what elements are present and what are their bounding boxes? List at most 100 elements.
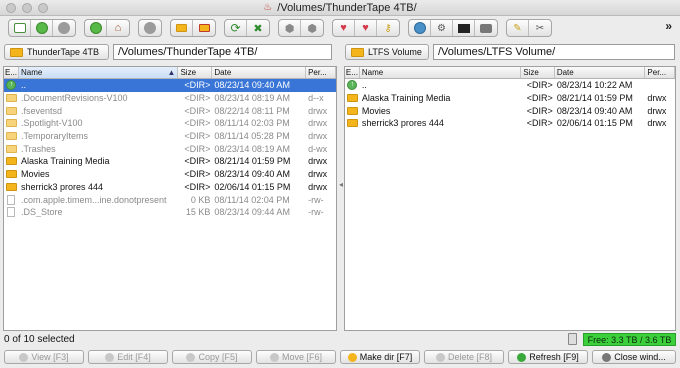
column-size[interactable]: Size [178, 67, 213, 78]
edit-button-label: Edit [F4] [117, 352, 151, 362]
key-icon[interactable]: ⚷ [377, 20, 399, 36]
edit-button[interactable]: Edit [F4] [88, 350, 168, 364]
refresh-icon [517, 352, 527, 362]
go-up-icon[interactable] [85, 20, 107, 36]
file-name: Movies [20, 169, 50, 180]
column-perm[interactable]: Per... [306, 67, 336, 78]
make-dir-button[interactable]: Make dir [F7] [340, 350, 420, 364]
column-date[interactable]: Date [555, 67, 646, 78]
file-row[interactable]: .Trashes <DIR> 08/23/14 08:19 AM d-wx [4, 142, 336, 155]
refresh-icon[interactable]: ⟳ [225, 20, 247, 36]
file-row[interactable]: Movies <DIR> 08/23/14 09:40 AM drwx [4, 168, 336, 181]
close-window-button-label: Close wind... [614, 352, 666, 362]
file-icon-cell [345, 106, 360, 115]
go-icon[interactable] [31, 20, 53, 36]
right-path-field[interactable]: /Volumes/LTFS Volume/ [433, 44, 675, 60]
file-date: 08/23/14 09:44 AM [214, 207, 290, 218]
file-permissions: -rw- [308, 194, 324, 205]
file-row[interactable]: .DS_Store 15 KB 08/23/14 09:44 AM -rw- [4, 206, 336, 219]
help-icon[interactable]: ✂ [529, 20, 551, 36]
settings-icon[interactable]: ✎ [507, 20, 529, 36]
view-button[interactable]: View [F3] [4, 350, 84, 364]
file-row[interactable]: .Spotlight-V100 <DIR> 08/11/14 02:03 PM drw… [4, 117, 336, 130]
title-bar: ♨ /Volumes/ThunderTape 4TB/ [0, 0, 680, 16]
file-date: 08/23/14 10:22 AM [556, 80, 633, 91]
file-row[interactable]: .com.apple.timem...ine.donotpresent 0 KB 0… [4, 193, 336, 206]
toolbar-overflow-button[interactable]: » [665, 19, 672, 33]
record-icon[interactable] [139, 20, 161, 36]
column-name[interactable]: Name ▲ [18, 67, 179, 78]
close-window-icon[interactable] [6, 3, 16, 13]
file-size: <DIR> [184, 93, 211, 104]
left-drive-label: ThunderTape 4TB [27, 47, 100, 57]
copy-button[interactable]: Copy [F5] [172, 350, 252, 364]
link-icon[interactable]: ⚙ [431, 20, 453, 36]
toolbar-group-record [138, 19, 162, 37]
heart-icon[interactable]: ♥ [333, 20, 355, 36]
favorite-icon[interactable]: ♥ [355, 20, 377, 36]
tools-icon[interactable]: ✖ [247, 20, 269, 36]
file-row[interactable]: sherrick3 prores 444 <DIR> 02/06/14 01:15 … [345, 117, 675, 130]
edit-icon [105, 352, 115, 362]
message-icon[interactable] [475, 20, 497, 36]
new-folder-icon[interactable] [171, 20, 193, 36]
free-space-indicator: Free: 3.3 TB / 3.6 TB [583, 333, 676, 346]
file-row[interactable]: Movies <DIR> 08/23/14 09:40 AM drwx [345, 104, 675, 117]
terminal-icon[interactable] [453, 20, 475, 36]
make-dir-button-label: Make dir [F7] [359, 352, 413, 362]
move-button[interactable]: Move [F6] [256, 350, 336, 364]
column-size[interactable]: Size [521, 67, 555, 78]
right-file-pane[interactable]: E... Name Size Date Per... ↑.. <DIR> 08/23… [344, 66, 676, 331]
go-up-icon: ↑ [347, 80, 358, 91]
globe-icon[interactable] [409, 20, 431, 36]
file-row[interactable]: sherrick3 prores 444 <DIR> 02/06/14 01:15 … [4, 181, 336, 194]
pane-splitter-icon[interactable]: ◂ [339, 180, 343, 189]
file-date: 08/23/14 09:40 AM [214, 80, 290, 91]
zoom-window-icon[interactable] [38, 3, 48, 13]
refresh-button[interactable]: Refresh [F9] [508, 350, 588, 364]
close-window-button[interactable]: Close wind... [592, 350, 676, 364]
folder-icon [6, 157, 17, 166]
stop-icon[interactable] [53, 20, 75, 36]
file-date: 08/11/14 02:03 PM [214, 118, 290, 129]
function-key-bar: View [F3] Edit [F4] Copy [F5] Move [F6] Make… [0, 348, 680, 366]
file-permissions: drwx [308, 169, 328, 180]
right-file-list: ↑.. <DIR> 08/23/14 10:22 AM Alaska Training… [345, 79, 675, 130]
column-date[interactable]: Date [212, 67, 307, 78]
new-window-icon[interactable] [9, 20, 31, 36]
file-size: <DIR> [184, 131, 211, 142]
swap-icon[interactable]: ⬢ [301, 20, 323, 36]
file-name: sherrick3 prores 444 [361, 118, 444, 129]
delete-button[interactable]: Delete [F8] [424, 350, 504, 364]
column-perm[interactable]: Per... [645, 67, 675, 78]
file-name: Alaska Training Media [20, 156, 110, 167]
column-ext[interactable]: E... [4, 67, 19, 78]
column-ext[interactable]: E... [345, 67, 360, 78]
left-path-field[interactable]: /Volumes/ThunderTape 4TB/ [113, 44, 332, 60]
column-name[interactable]: Name [360, 67, 522, 78]
file-row[interactable]: .fseventsd <DIR> 08/22/14 08:11 PM drwx [4, 104, 336, 117]
file-row[interactable]: ↑.. <DIR> 08/23/14 10:22 AM [345, 79, 675, 92]
file-date: 08/11/14 02:04 PM [214, 194, 290, 205]
window-controls[interactable] [6, 3, 48, 13]
file-row[interactable]: ↑.. <DIR> 08/23/14 09:40 AM [4, 79, 336, 92]
left-file-pane[interactable]: E... Name ▲ Size Date Per... ↑.. <DIR> 08/2… [3, 66, 337, 331]
file-row[interactable]: Alaska Training Media <DIR> 08/21/14 01:59… [345, 92, 675, 105]
app-icon: ♨ [263, 1, 273, 13]
file-size: <DIR> [184, 181, 211, 192]
file-permissions: d--x [308, 93, 324, 104]
minimize-window-icon[interactable] [22, 3, 32, 13]
file-icon-cell [4, 157, 19, 166]
delete-folder-icon[interactable] [193, 20, 215, 36]
file-date: 08/23/14 09:40 AM [556, 105, 633, 116]
left-drive-button[interactable]: ThunderTape 4TB [4, 44, 109, 60]
right-drive-button[interactable]: LTFS Volume [345, 44, 429, 60]
file-size: <DIR> [184, 80, 211, 91]
move-icon [269, 352, 279, 362]
trash-icon[interactable] [568, 333, 577, 345]
file-row[interactable]: Alaska Training Media <DIR> 08/21/14 01:59… [4, 155, 336, 168]
hexagon-icon[interactable]: ⬢ [279, 20, 301, 36]
file-row[interactable]: .TemporaryItems <DIR> 08/11/14 05:28 PM drw… [4, 130, 336, 143]
file-row[interactable]: .DocumentRevisions-V100 <DIR> 08/23/14 08:… [4, 92, 336, 105]
home-icon[interactable]: ⌂ [107, 20, 129, 36]
